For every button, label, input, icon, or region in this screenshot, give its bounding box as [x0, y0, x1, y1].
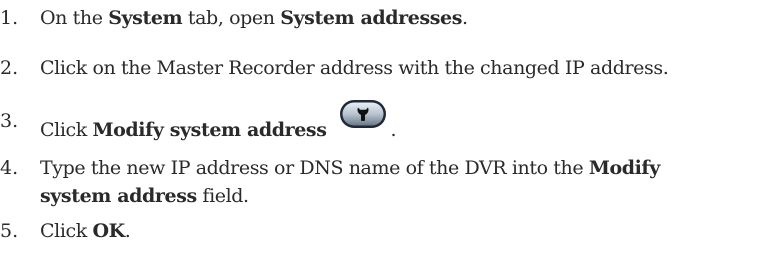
- step-text-part: .: [124, 220, 131, 242]
- step-text: Type the new IP address or DNS name of t…: [40, 154, 660, 182]
- step-text-part: Type the new IP address or DNS name of t…: [40, 157, 589, 179]
- step-text-part: tab, open: [182, 7, 281, 29]
- ui-term-system-addresses: System addresses: [280, 7, 463, 29]
- step-number: 3.: [0, 110, 19, 132]
- step-text-part: On the: [40, 7, 109, 29]
- step-number: 1.: [0, 7, 19, 29]
- step-4: 4. Type the new IP address or DNS name o…: [0, 154, 765, 210]
- step-number: 4.: [0, 157, 19, 179]
- ui-term-ok: OK: [92, 220, 126, 242]
- step-number: 2.: [0, 57, 19, 79]
- ui-term-system-address: system address: [40, 185, 197, 207]
- ui-term-system-tab: System: [108, 7, 183, 29]
- step-text-part: field.: [196, 185, 249, 207]
- ui-term-modify-system-address: Modify system address: [92, 119, 327, 141]
- step-text: On the System tab, open System addresses…: [40, 4, 468, 32]
- step-text-part: .: [390, 119, 397, 141]
- ui-term-modify: Modify: [588, 157, 660, 179]
- step-text-part: Click: [40, 220, 93, 242]
- step-text: Click OK.: [40, 217, 131, 245]
- step-text: Click Modify system address .: [40, 100, 397, 144]
- step-number: 5.: [0, 220, 19, 242]
- step-text-continued: system address field.: [40, 182, 249, 210]
- wrench-icon: [339, 99, 387, 129]
- step-text: Click on the Master Recorder address wit…: [40, 57, 669, 79]
- step-text-part: Click: [40, 119, 93, 141]
- step-text-part: .: [462, 7, 468, 29]
